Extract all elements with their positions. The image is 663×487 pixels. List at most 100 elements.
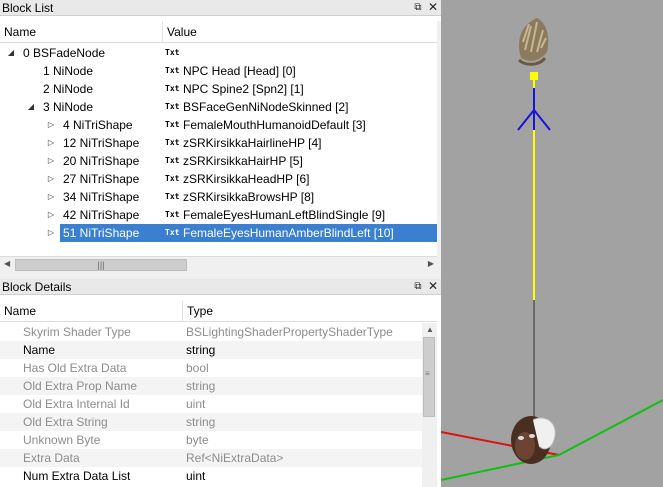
tree-row-name: 42 NiTriShape — [63, 208, 140, 222]
detail-name: Old Extra Internal Id — [23, 397, 130, 411]
tree-row[interactable]: ▷ 42 NiTriShape Txt FemaleEyesHumanLeftBlin… — [0, 206, 437, 224]
txt-badge-icon: Txt — [165, 120, 180, 129]
detail-row[interactable]: Num Extra Data List uint — [0, 467, 422, 485]
detail-type: string — [186, 379, 216, 393]
txt-badge-icon: Txt — [165, 84, 180, 93]
collapsed-arrow-icon[interactable]: ▷ — [46, 224, 56, 242]
tree-row-name: 27 NiTriShape — [63, 172, 140, 186]
hscroll-thumb[interactable]: ||| — [15, 259, 187, 271]
detail-type: byte — [186, 433, 209, 447]
tree-row-value: FemaleMouthHumanoidDefault [3] — [183, 118, 366, 132]
tree-row[interactable]: ▷ 51 NiTriShape Txt FemaleEyesHumanAmberBli… — [0, 224, 437, 242]
scroll-up-icon[interactable]: ▲ — [426, 325, 434, 334]
tree-row-value: zSRKirsikkaBrowsHP [8] — [183, 190, 315, 204]
detail-name: Extra Data — [23, 451, 80, 465]
block-list-titlebar: Block List ⧉ ✕ — [0, 0, 441, 16]
detail-type: uint — [186, 397, 206, 411]
tree-row[interactable]: ▷ 4 NiTriShape Txt FemaleMouthHumanoidDefau… — [0, 116, 437, 134]
viewport-canvas[interactable] — [441, 0, 663, 487]
close-icon[interactable]: ✕ — [427, 1, 439, 14]
txt-badge-icon: Txt — [165, 192, 180, 201]
detail-type: BSLightingShaderPropertyShaderType — [186, 325, 393, 339]
tree-row-name: 0 BSFadeNode — [23, 46, 106, 60]
txt-badge-icon: Txt — [165, 66, 180, 75]
block-details-title: Block Details — [2, 279, 72, 294]
tree-row-name: 2 NiNode — [43, 82, 94, 96]
tree-row-value: zSRKirsikkaHairlineHP [4] — [183, 136, 322, 150]
detail-row[interactable]: Has Old Extra Data bool — [0, 359, 422, 377]
scroll-left-icon[interactable]: ◀ — [4, 259, 10, 268]
detail-type: string — [186, 343, 216, 357]
scroll-right-icon[interactable]: ▶ — [428, 259, 434, 268]
tree-row-value: NPC Spine2 [Spn2] [1] — [183, 82, 304, 96]
tree-row-name: 20 NiTriShape — [63, 154, 140, 168]
tree-row[interactable]: ◢ 0 BSFadeNode Txt — [0, 44, 437, 62]
detail-row[interactable]: Skyrim Shader Type BSLightingShaderProper… — [0, 323, 422, 341]
expanded-arrow-icon[interactable]: ◢ — [6, 44, 16, 62]
block-details-titlebar: Block Details ⧉ ✕ — [0, 279, 441, 295]
collapsed-arrow-icon[interactable]: ▷ — [46, 116, 56, 134]
txt-badge-icon: Txt — [165, 138, 180, 147]
selected-node-marker[interactable] — [530, 72, 538, 80]
detail-name: Unknown Byte — [23, 433, 101, 447]
tree-row[interactable]: ▷ 12 NiTriShape Txt zSRKirsikkaHairlineHP [… — [0, 134, 437, 152]
detail-name: Old Extra String — [23, 415, 108, 429]
txt-badge-icon: Txt — [165, 48, 180, 57]
collapsed-arrow-icon[interactable]: ▷ — [46, 152, 56, 170]
detail-type: string — [186, 415, 216, 429]
float-window-icon[interactable]: ⧉ — [412, 1, 424, 14]
tree-row-name: 3 NiNode — [43, 100, 94, 114]
collapsed-arrow-icon[interactable]: ▷ — [46, 134, 56, 152]
detail-row[interactable]: Old Extra Prop Name string — [0, 377, 422, 395]
txt-badge-icon: Txt — [165, 210, 180, 219]
tree-row-name: 1 NiNode — [43, 64, 94, 78]
tree-row[interactable]: 1 NiNode Txt NPC Head [Head] [0] — [0, 62, 437, 80]
tree-row[interactable]: 2 NiNode Txt NPC Spine2 [Spn2] [1] — [0, 80, 437, 98]
tree-row[interactable]: ◢ 3 NiNode Txt BSFaceGenNiNodeSkinned [2] — [0, 98, 437, 116]
detail-row[interactable]: Old Extra String string — [0, 413, 422, 431]
block-list-title: Block List — [2, 0, 54, 15]
detail-name: Has Old Extra Data — [23, 361, 127, 375]
collapsed-arrow-icon[interactable]: ▷ — [46, 188, 56, 206]
column-header-type[interactable]: Type — [183, 300, 437, 321]
block-list-panel: Block List ⧉ ✕ Name Value ◢ 0 BSFadeNode T… — [0, 0, 441, 273]
detail-row[interactable]: Old Extra Internal Id uint — [0, 395, 422, 413]
tree-row-value: FemaleEyesHumanAmberBlindLeft [10] — [183, 226, 394, 240]
tree-row[interactable]: ▷ 27 NiTriShape Txt zSRKirsikkaHeadHP [6] — [0, 170, 437, 188]
detail-row[interactable]: Unknown Byte byte — [0, 431, 422, 449]
txt-badge-icon: Txt — [165, 228, 180, 237]
tree-row-value: FemaleEyesHumanLeftBlindSingle [9] — [183, 208, 386, 222]
txt-badge-icon: Txt — [165, 156, 180, 165]
block-list-tree: ◢ 0 BSFadeNode Txt 1 NiNode Txt NPC Head [Hea… — [0, 44, 437, 256]
expanded-arrow-icon[interactable]: ◢ — [26, 98, 36, 116]
float-window-icon[interactable]: ⧉ — [412, 280, 424, 293]
detail-name: Num Extra Data List — [23, 469, 131, 483]
column-header-value[interactable]: Value — [163, 21, 437, 42]
column-header-name[interactable]: Name — [0, 300, 183, 321]
tree-row-name: 4 NiTriShape — [63, 118, 133, 132]
detail-type: bool — [186, 361, 209, 375]
tree-row[interactable]: ▷ 20 NiTriShape Txt zSRKirsikkaHairHP [5] — [0, 152, 437, 170]
hair-mesh-icon — [517, 18, 549, 66]
txt-badge-icon: Txt — [165, 174, 180, 183]
tree-row-value: NPC Head [Head] [0] — [183, 64, 296, 78]
y-axis-line-far — [558, 399, 663, 456]
block-details-table: Skyrim Shader Type BSLightingShaderProper… — [0, 323, 422, 487]
detail-type: uint — [186, 469, 206, 483]
detail-row[interactable]: Name string — [0, 341, 422, 359]
scroll-grip-icon: ≡ — [425, 369, 430, 378]
detail-name: Name — [23, 343, 56, 357]
tree-row-value: zSRKirsikkaHairHP [5] — [183, 154, 303, 168]
block-details-vscroll[interactable]: ▲ ≡ — [422, 323, 437, 487]
block-list-hscroll[interactable]: ◀ ||| ▶ — [0, 256, 437, 273]
close-icon[interactable]: ✕ — [427, 280, 439, 293]
collapsed-arrow-icon[interactable]: ▷ — [46, 206, 56, 224]
tree-row-value: BSFaceGenNiNodeSkinned [2] — [183, 100, 349, 114]
column-header-name[interactable]: Name — [0, 21, 163, 42]
detail-row[interactable]: Extra Data Ref<NiExtraData> — [0, 449, 422, 467]
tree-row[interactable]: ▷ 34 NiTriShape Txt zSRKirsikkaBrowsHP [8] — [0, 188, 437, 206]
collapsed-arrow-icon[interactable]: ▷ — [46, 170, 56, 188]
tree-row-value: zSRKirsikkaHeadHP [6] — [183, 172, 310, 186]
block-list-header: Name Value — [0, 21, 437, 43]
render-viewport[interactable] — [441, 0, 663, 487]
